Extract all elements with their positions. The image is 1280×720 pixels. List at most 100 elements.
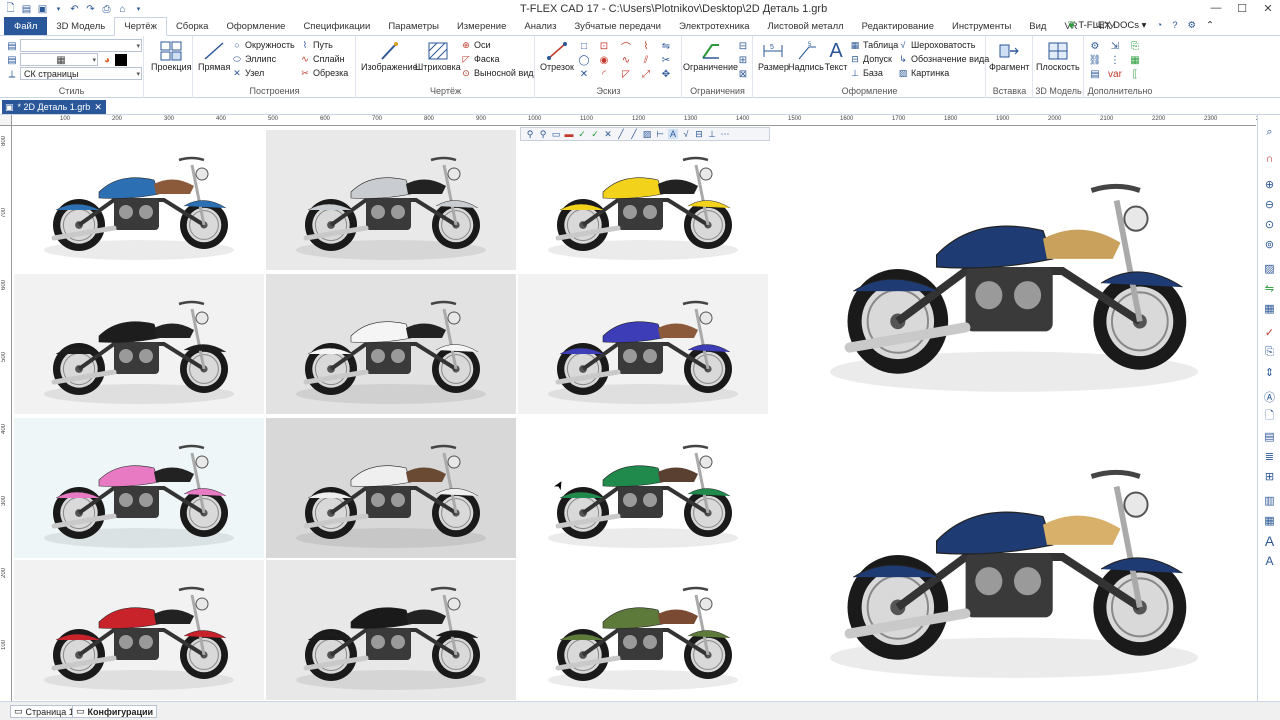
tab-4[interactable]: Оформление [217,17,294,35]
check-side-icon[interactable]: ✓ [1262,325,1277,340]
macro-icon[interactable]: ▤ [1089,68,1101,80]
variables-icon[interactable]: ⚙ [1089,40,1101,52]
grid-icon[interactable]: ▦ [1129,54,1141,66]
circle-sketch-icon[interactable]: ◯ [578,54,590,66]
tolerance-snap-icon[interactable]: ⊟ [694,129,704,139]
tab-5[interactable]: Спецификации [294,17,379,35]
motorcycle-image[interactable] [266,560,516,700]
redo-icon[interactable]: ↷ [84,3,97,15]
tab-14[interactable]: Вид [1020,17,1055,35]
layer-combo[interactable]: ▾ [20,39,142,52]
table-button[interactable]: ▦ Таблица [850,40,899,51]
text-snap-icon[interactable]: A [668,129,678,139]
user-icon[interactable]: ◔ [1156,20,1162,31]
close-document-icon[interactable]: ✕ [94,102,102,113]
transform-icon[interactable]: ⇲ [1109,40,1121,52]
constraint-button[interactable]: Ограничение [683,40,738,72]
mirror-sketch-icon[interactable]: ⇋ [660,40,672,52]
motorcycle-image[interactable] [518,274,768,414]
constraint-delete-icon[interactable]: ⊠ [737,68,749,80]
plane-button[interactable]: Плоскость [1036,40,1080,72]
motorcycle-image[interactable] [266,418,516,558]
chamfer-sketch-icon[interactable]: ◸ [620,68,632,80]
snap-toggle-icon[interactable]: ✓ [577,129,587,139]
close-button[interactable]: ✕ [1260,1,1276,15]
arc-sketch-icon[interactable]: ⌒ [620,40,632,54]
motorcycle-image[interactable] [14,130,264,270]
rect-sketch-icon[interactable]: □ [578,40,590,52]
line-snap-icon[interactable]: ╱ [616,129,626,139]
spec-side-icon[interactable]: ▥ [1262,493,1277,508]
tab-11[interactable]: Листовой металл [759,17,853,35]
motorcycle-image[interactable] [14,560,264,700]
element-copy-icon[interactable]: ⎘ [1129,40,1141,52]
tab-10[interactable]: Электротехника [670,17,759,35]
text-edit-side-icon[interactable]: Ⓐ [1262,389,1277,404]
font-small-icon[interactable]: A [1262,553,1277,568]
filter-options-icon[interactable]: ⚲ [538,129,548,139]
tab-9[interactable]: Зубчатые передачи [565,17,670,35]
dimension-button[interactable]: 5 Размер [758,40,789,72]
mirror-side-icon[interactable]: ⇋ [1262,281,1277,296]
layers-side-icon[interactable]: ≣ [1262,449,1277,464]
snap-toggle2-icon[interactable]: ✓ [590,129,600,139]
constraint-auto-icon[interactable]: ⊞ [737,54,749,66]
picture-button[interactable]: ▨ Картинка [898,68,950,79]
extend-sketch-icon[interactable]: ⤢ [640,68,652,80]
print-icon[interactable]: ⎙ [100,3,113,15]
open-file-icon[interactable]: ▤ [20,3,33,15]
ellipse-button[interactable]: ⬭ Эллипс [232,54,276,65]
pattern-side-icon[interactable]: ▦ [1262,301,1277,316]
motorcycle-hero-image[interactable] [772,416,1256,698]
ribbon-collapse-icon[interactable]: ⌃ [1206,20,1214,31]
circle-button[interactable]: ○ Окружность [232,40,294,50]
axes-button[interactable]: ⊕ Оси [461,40,490,51]
spline-button[interactable]: ∿ Сплайн [300,54,344,65]
roughness-button[interactable]: √ Шероховатость [898,40,976,50]
base-button[interactable]: ⊥ База [850,68,883,79]
chain-icon[interactable]: ⛓ [1089,54,1102,66]
point-sketch-icon[interactable]: ✕ [578,68,590,80]
minimize-button[interactable]: — [1208,1,1224,15]
bracket-icon[interactable]: ⟦ [1129,68,1141,80]
segment-button[interactable]: Отрезок [540,40,574,72]
undo-icon[interactable]: ↶ [68,3,81,15]
base-snap-icon[interactable]: ⊥ [707,129,717,139]
tab-2[interactable]: Чертёж [114,17,167,36]
motorcycle-hero-image[interactable] [772,130,1256,412]
select-red-icon[interactable]: ▬ [564,129,574,139]
detail-view-button[interactable]: ⊙ Выносной вид [461,68,533,79]
polyline-icon[interactable]: ⌇ [640,40,652,52]
cross-snap-icon[interactable]: ✕ [603,129,613,139]
zoom-fit-icon[interactable]: ⊙ [1262,217,1277,232]
fragment-button[interactable]: Фрагмент [989,40,1029,72]
fillet-sketch-icon[interactable]: ◜ [598,68,610,80]
settings-icon[interactable]: ⚙ [1188,20,1197,31]
hatch-button[interactable]: Штриховка [415,40,461,72]
save-icon[interactable]: ▣ [36,3,49,15]
chamfer-button[interactable]: ◸ Фаска [461,54,500,65]
document-tab[interactable]: ▣ * 2D Деталь 1.grb ✕ [2,100,106,114]
grid-side-icon[interactable]: ▦ [1262,513,1277,528]
zoom-in-icon[interactable]: ⊕ [1262,177,1277,192]
align-side-icon[interactable]: ⇕ [1262,365,1277,380]
drawing-canvas[interactable]: ➤ [12,126,1256,701]
offset-sketch-icon[interactable]: ⫽ [640,54,652,66]
coordinate-system-combo[interactable]: СК страницы ▾ [20,67,142,80]
line-button[interactable]: Прямая [198,40,230,72]
table-side-icon[interactable]: ▤ [1262,429,1277,444]
zoom-prev-icon[interactable]: ⊚ [1262,237,1277,252]
tab-7[interactable]: Измерение [448,17,515,35]
motorcycle-image[interactable] [266,130,516,270]
page-tab[interactable]: ▭ Страница 1 [10,705,78,718]
zoom-window-icon[interactable]: ⌕ [1262,125,1277,140]
maximize-button[interactable]: ☐ [1234,1,1250,15]
motorcycle-image[interactable] [518,130,768,270]
vertical-ruler[interactable]: 800 700 600 500 400 300 200 100 [0,126,12,701]
font-large-icon[interactable]: A [1262,533,1277,549]
trim-button[interactable]: ✂ Обрезка [300,68,348,79]
trim-sketch-icon[interactable]: ✂ [660,54,672,66]
doc-side-icon[interactable]: 🗋 [1262,409,1277,424]
note-button[interactable]: 5 Надпись [788,40,824,72]
image-button[interactable]: Изображение [361,40,418,72]
